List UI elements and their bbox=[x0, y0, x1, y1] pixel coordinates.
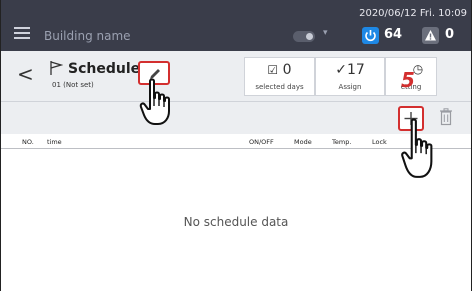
alarm-icon[interactable] bbox=[422, 27, 439, 44]
assign-button[interactable]: ✓17 Assign bbox=[315, 57, 385, 96]
pointing-hand-icon bbox=[400, 118, 440, 184]
selected-days-value: 0 bbox=[282, 62, 292, 78]
column-header: Mode bbox=[294, 138, 312, 146]
column-header: Lock bbox=[372, 138, 387, 146]
column-header: ON/OFF bbox=[249, 138, 274, 146]
assign-value: 17 bbox=[346, 62, 365, 78]
column-header: NO. bbox=[22, 138, 34, 146]
menu-icon[interactable] bbox=[14, 27, 30, 39]
trash-icon[interactable] bbox=[439, 108, 453, 130]
schedule-subtitle: 01 (Not set) bbox=[52, 81, 94, 89]
app-window: Building name ▾ 2020/06/12 Fri. 10:09 64… bbox=[0, 0, 472, 291]
assign-label: Assign bbox=[338, 83, 362, 91]
top-bar: Building name ▾ 2020/06/12 Fri. 10:09 64… bbox=[1, 0, 471, 51]
selected-days-button[interactable]: ☑ 0 selected days bbox=[244, 57, 315, 96]
toggle-icon[interactable] bbox=[293, 31, 315, 42]
alarm-count: 0 bbox=[445, 27, 455, 42]
selected-days-label: selected days bbox=[255, 83, 304, 91]
pointing-hand-icon bbox=[139, 78, 177, 130]
building-name: Building name bbox=[44, 29, 131, 43]
calendar-check-icon: ☑ 0 bbox=[267, 62, 292, 78]
empty-message: No schedule data bbox=[183, 215, 289, 229]
page-title: Schedule bbox=[68, 61, 141, 77]
column-header: Temp. bbox=[332, 138, 352, 146]
flag-icon bbox=[49, 60, 64, 80]
column-header: time bbox=[47, 138, 62, 146]
power-count: 64 bbox=[384, 27, 403, 42]
datetime-display: 2020/06/12 Fri. 10:09 bbox=[359, 8, 467, 19]
check-icon: ✓17 bbox=[335, 62, 365, 78]
chevron-down-icon[interactable]: ▾ bbox=[323, 28, 328, 38]
step-number: 5 bbox=[401, 68, 415, 92]
power-icon[interactable] bbox=[362, 27, 379, 44]
back-icon[interactable]: < bbox=[17, 62, 34, 86]
